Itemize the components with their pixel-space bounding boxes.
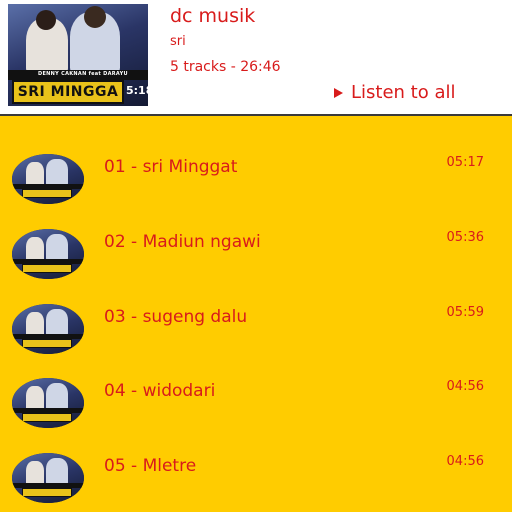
- track-duration: 05:36: [446, 230, 484, 245]
- track-title: 01 - sri Minggat: [104, 157, 238, 177]
- album-art-figure-head: [36, 10, 56, 30]
- album-art-duration: 5:18: [126, 84, 148, 97]
- track-count-duration: 5 tracks - 26:46: [170, 59, 281, 75]
- track-title: 03 - sugeng dalu: [104, 307, 248, 327]
- track-row[interactable]: 04 - widodari 04:56: [0, 368, 512, 438]
- track-thumbnail: [12, 154, 84, 204]
- album-art-caption: DENNY CAKNAN feat DARAYU: [38, 71, 128, 77]
- album-title: dc musik: [170, 5, 256, 27]
- track-row[interactable]: 01 - sri Minggat 05:17: [0, 144, 512, 214]
- track-thumbnail: [12, 378, 84, 428]
- play-icon: [334, 87, 343, 98]
- album-art-figure-head: [84, 6, 106, 28]
- listen-to-all-button[interactable]: Listen to all: [334, 82, 456, 103]
- album-art: DENNY CAKNAN feat DARAYU SRI MINGGA 5:18: [8, 4, 148, 106]
- track-title: 04 - widodari: [104, 381, 216, 401]
- album-header: DENNY CAKNAN feat DARAYU SRI MINGGA 5:18…: [0, 0, 512, 116]
- track-thumbnail: [12, 453, 84, 503]
- track-row[interactable]: 03 - sugeng dalu 05:59: [0, 294, 512, 364]
- artist-name: sri: [170, 34, 186, 49]
- track-thumbnail: [12, 304, 84, 354]
- listen-to-all-label: Listen to all: [351, 82, 456, 103]
- track-list: 01 - sri Minggat 05:17 02 - Madiun ngawi…: [0, 116, 512, 512]
- track-title: 02 - Madiun ngawi: [104, 232, 261, 252]
- track-duration: 05:59: [446, 305, 484, 320]
- track-duration: 04:56: [446, 454, 484, 469]
- album-art-title: SRI MINGGA: [12, 80, 124, 104]
- track-title: 05 - Mletre: [104, 456, 197, 476]
- track-row[interactable]: 05 - Mletre 04:56: [0, 443, 512, 513]
- track-row[interactable]: 02 - Madiun ngawi 05:36: [0, 219, 512, 289]
- track-thumbnail: [12, 229, 84, 279]
- track-duration: 05:17: [446, 155, 484, 170]
- track-duration: 04:56: [446, 379, 484, 394]
